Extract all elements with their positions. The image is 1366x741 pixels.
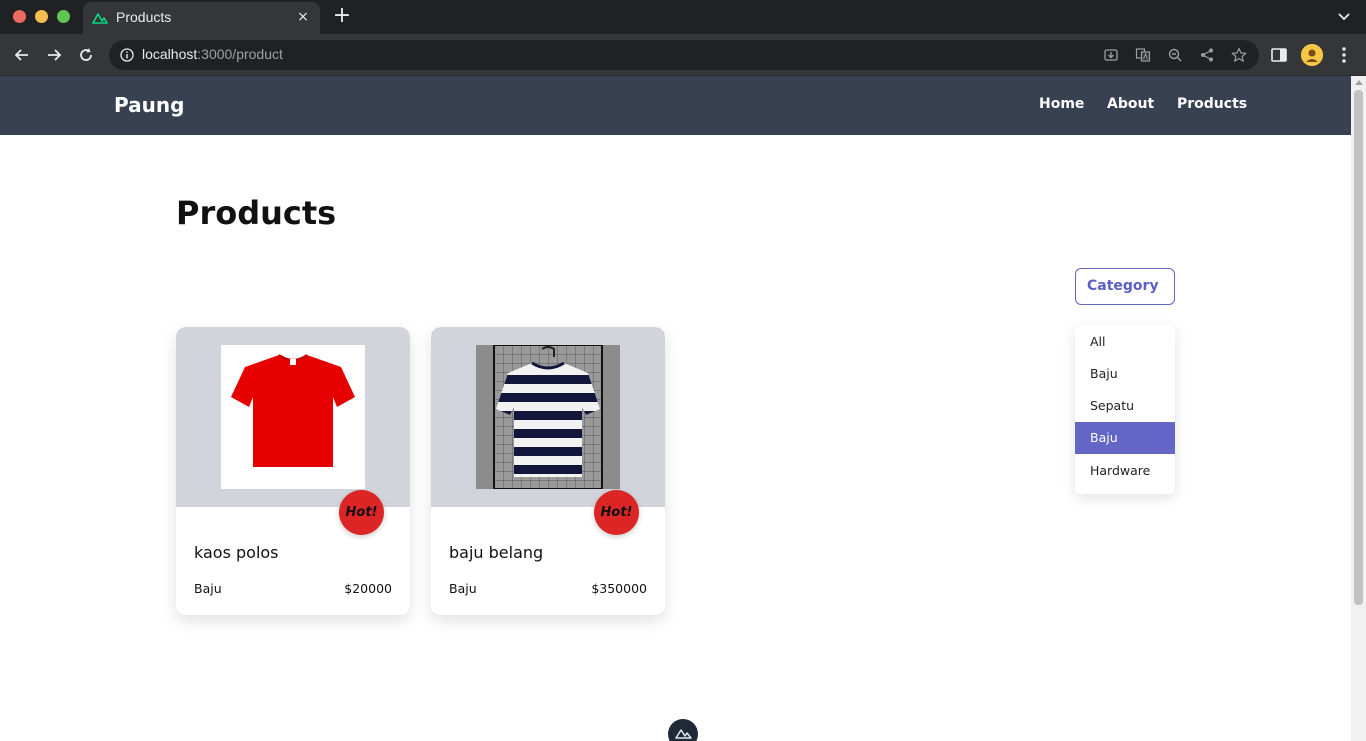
nav-link-about[interactable]: About	[1107, 96, 1154, 112]
page-viewport: Paung Home About Products Products Categ…	[0, 76, 1351, 741]
site-navbar: Paung Home About Products	[0, 76, 1351, 135]
side-panel-icon[interactable]	[1270, 46, 1288, 64]
url-path: :3000/product	[197, 46, 283, 62]
nuxt-logo-icon	[675, 729, 692, 739]
product-card[interactable]: Hot! kaos polos Baju $20000	[176, 327, 410, 615]
nav-link-home[interactable]: Home	[1039, 96, 1084, 112]
category-dropdown-menu: All Baju Sepatu Baju Hardware	[1075, 325, 1175, 494]
minimize-window-button[interactable]	[35, 10, 48, 23]
url-text: localhost:3000/product	[142, 46, 283, 62]
browser-toolbar: localhost:3000/product	[0, 34, 1366, 76]
reload-icon[interactable]	[76, 45, 96, 65]
new-tab-button[interactable]: +	[331, 5, 353, 28]
tab-close-icon[interactable]: ×	[294, 8, 312, 26]
address-bar[interactable]: localhost:3000/product	[109, 40, 1259, 70]
product-category: Baju	[194, 581, 222, 596]
product-image-area	[176, 327, 410, 507]
category-option-sepatu[interactable]: Sepatu	[1075, 390, 1175, 422]
product-card[interactable]: Hot! baju belang Baju $350000	[431, 327, 665, 615]
site-info-icon[interactable]	[119, 47, 135, 63]
hot-badge: Hot!	[594, 490, 639, 535]
product-price: $20000	[344, 581, 392, 596]
url-host: localhost	[142, 46, 198, 62]
back-arrow-icon[interactable]	[12, 45, 32, 65]
bookmark-star-icon[interactable]	[1231, 47, 1247, 63]
close-window-button[interactable]	[13, 10, 26, 23]
red-tshirt-image	[221, 345, 365, 489]
browser-menu-icon[interactable]	[1336, 45, 1352, 65]
page-scrollbar[interactable]	[1351, 76, 1366, 741]
forward-arrow-icon[interactable]	[44, 45, 64, 65]
translate-icon[interactable]	[1135, 47, 1151, 63]
product-price: $350000	[591, 581, 647, 596]
category-option-hardware[interactable]: Hardware	[1075, 455, 1175, 487]
striped-tshirt-image	[476, 345, 620, 489]
product-name: baju belang	[449, 543, 544, 562]
chevron-down-icon[interactable]	[1336, 8, 1352, 24]
profile-avatar[interactable]	[1301, 44, 1323, 66]
category-dropdown-button[interactable]: Category	[1075, 268, 1175, 305]
nuxt-logo-icon	[92, 13, 108, 24]
brand-logo[interactable]: Paung	[114, 93, 184, 117]
profile-avatar-icon	[1301, 44, 1323, 66]
maximize-window-button[interactable]	[57, 10, 70, 23]
install-app-icon[interactable]	[1103, 47, 1119, 63]
product-name: kaos polos	[194, 543, 279, 562]
tab-title: Products	[116, 9, 172, 25]
product-category: Baju	[449, 581, 477, 596]
hot-badge: Hot!	[339, 490, 384, 535]
nav-link-products[interactable]: Products	[1177, 96, 1247, 112]
product-image-area	[431, 327, 665, 507]
category-option-all[interactable]: All	[1075, 326, 1175, 358]
zoom-icon[interactable]	[1167, 47, 1183, 63]
nuxt-devtools-button[interactable]	[668, 719, 698, 741]
category-option-baju[interactable]: Baju	[1075, 358, 1175, 390]
browser-tab-active[interactable]: Products ×	[83, 2, 320, 34]
share-icon[interactable]	[1199, 47, 1215, 63]
browser-tab-bar: Products × +	[0, 0, 1366, 34]
category-option-baju-selected[interactable]: Baju	[1075, 422, 1175, 454]
page-title: Products	[176, 194, 337, 232]
scrollbar-thumb[interactable]	[1354, 90, 1363, 605]
scroll-up-arrow-icon[interactable]	[1355, 80, 1363, 85]
